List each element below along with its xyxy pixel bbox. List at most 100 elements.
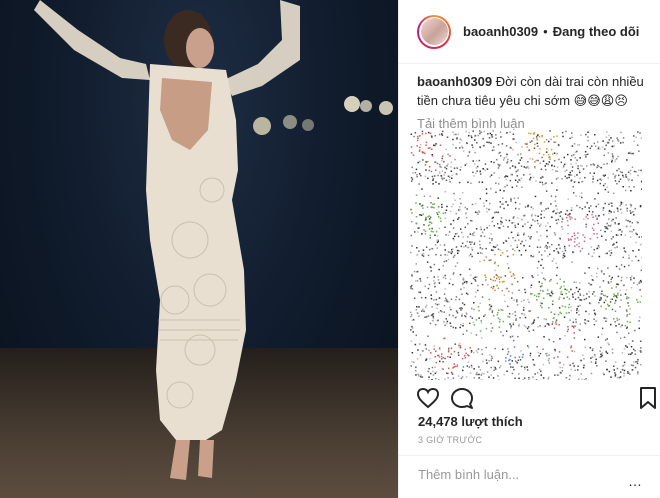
- noise-pixel: [639, 279, 642, 282]
- noise-pixel: [470, 282, 473, 285]
- noise-pixel: [530, 236, 532, 238]
- heart-icon[interactable]: [416, 386, 440, 410]
- noise-pixel: [604, 339, 607, 341]
- noise-pixel: [558, 351, 561, 353]
- noise-pixel: [516, 304, 519, 306]
- noise-pixel: [547, 376, 550, 378]
- noise-pixel: [528, 330, 530, 333]
- noise-pixel: [583, 218, 585, 220]
- noise-pixel: [580, 359, 582, 362]
- noise-pixel: [538, 355, 540, 357]
- noise-pixel: [449, 356, 451, 358]
- noise-pixel: [547, 377, 549, 380]
- noise-pixel: [445, 318, 447, 320]
- noise-pixel: [473, 243, 476, 245]
- noise-pixel: [463, 287, 465, 289]
- noise-pixel: [428, 283, 431, 286]
- noise-pixel: [559, 215, 562, 217]
- noise-pixel: [546, 323, 548, 325]
- noise-pixel: [418, 250, 420, 252]
- noise-pixel: [527, 235, 530, 238]
- noise-pixel: [580, 373, 582, 375]
- noise-pixel: [425, 358, 428, 360]
- noise-pixel: [415, 334, 417, 337]
- load-more-comments-link[interactable]: Tải thêm bình luận: [399, 110, 660, 131]
- noise-pixel: [527, 326, 530, 328]
- noise-pixel: [610, 376, 612, 378]
- likes-count[interactable]: 24,478 lượt thích: [418, 414, 523, 429]
- comment-icon[interactable]: [450, 386, 474, 410]
- noise-pixel: [548, 156, 550, 159]
- noise-pixel: [629, 308, 631, 310]
- noise-pixel: [432, 183, 434, 185]
- noise-pixel: [637, 371, 639, 373]
- noise-pixel: [608, 250, 611, 252]
- noise-pixel: [429, 166, 431, 168]
- noise-pixel: [539, 302, 542, 304]
- noise-pixel: [462, 333, 464, 336]
- noise-pixel: [529, 354, 531, 357]
- avatar[interactable]: [417, 14, 451, 49]
- caption-username[interactable]: baoanh0309: [417, 74, 492, 89]
- noise-pixel: [494, 347, 496, 350]
- noise-pixel: [598, 165, 600, 168]
- header-username[interactable]: baoanh0309: [463, 24, 538, 39]
- noise-pixel: [515, 319, 517, 321]
- noise-pixel: [620, 294, 622, 296]
- noise-pixel: [553, 165, 556, 168]
- noise-pixel: [490, 366, 492, 369]
- noise-pixel: [419, 278, 421, 280]
- noise-pixel: [510, 275, 513, 277]
- follow-status-button[interactable]: Đang theo dõi: [553, 24, 640, 39]
- noise-pixel: [519, 203, 521, 205]
- noise-pixel: [554, 234, 556, 236]
- noise-pixel: [441, 157, 443, 160]
- noise-pixel: [544, 246, 546, 248]
- noise-pixel: [577, 290, 579, 293]
- noise-pixel: [625, 327, 628, 330]
- noise-pixel: [450, 170, 453, 172]
- noise-pixel: [497, 163, 499, 166]
- noise-pixel: [471, 144, 473, 146]
- noise-pixel: [538, 251, 540, 253]
- noise-pixel: [570, 346, 572, 349]
- noise-pixel: [438, 282, 441, 284]
- noise-pixel: [421, 133, 424, 135]
- noise-pixel: [516, 300, 518, 303]
- noise-pixel: [464, 206, 467, 209]
- post-photo[interactable]: [0, 0, 398, 498]
- noise-pixel: [461, 293, 463, 295]
- noise-pixel: [439, 310, 442, 312]
- noise-pixel: [449, 155, 451, 157]
- noise-pixel: [571, 325, 573, 327]
- noise-pixel: [594, 355, 596, 357]
- post-timestamp[interactable]: 3 GIỜ TRƯỚC: [418, 435, 482, 445]
- noise-pixel: [480, 228, 482, 231]
- noise-pixel: [503, 190, 505, 192]
- noise-pixel: [605, 350, 607, 353]
- noise-pixel: [491, 149, 494, 152]
- noise-pixel: [574, 292, 576, 294]
- noise-pixel: [554, 141, 557, 144]
- noise-pixel: [623, 265, 626, 268]
- comment-input[interactable]: [416, 466, 620, 483]
- noise-pixel: [608, 275, 611, 277]
- bookmark-icon[interactable]: [636, 386, 660, 410]
- noise-pixel: [563, 363, 565, 366]
- noise-pixel: [518, 325, 520, 327]
- noise-pixel: [450, 210, 452, 213]
- noise-pixel: [418, 306, 420, 308]
- noise-pixel: [607, 224, 610, 227]
- noise-pixel: [414, 231, 416, 233]
- noise-pixel: [556, 208, 558, 211]
- noise-pixel: [619, 289, 621, 291]
- noise-pixel: [453, 167, 456, 169]
- noise-pixel: [631, 340, 634, 342]
- noise-pixel: [619, 171, 622, 173]
- noise-pixel: [558, 298, 560, 300]
- noise-pixel: [544, 183, 546, 185]
- more-options-icon[interactable]: …: [628, 473, 642, 489]
- noise-pixel: [477, 289, 479, 292]
- noise-pixel: [447, 251, 450, 253]
- noise-pixel: [435, 298, 438, 301]
